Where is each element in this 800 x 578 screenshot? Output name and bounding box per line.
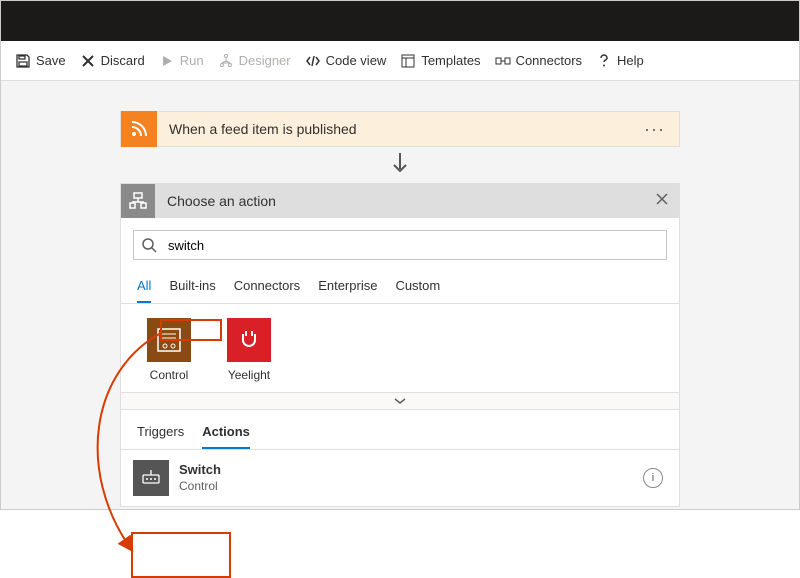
connector-control[interactable]: Control — [139, 318, 199, 382]
rss-icon — [121, 111, 157, 147]
tab-actions[interactable]: Actions — [202, 420, 250, 449]
flow-arrow-icon — [120, 147, 680, 183]
result-subtitle: Control — [179, 479, 643, 494]
expand-connectors-bar[interactable] — [121, 392, 679, 410]
connectors-icon — [495, 53, 511, 69]
search-icon — [134, 237, 164, 253]
trigger-title: When a feed item is published — [157, 121, 630, 137]
action-panel-title: Choose an action — [155, 193, 645, 209]
action-header-icon — [121, 184, 155, 218]
choose-action-panel: Choose an action All Built-ins Connector… — [120, 183, 680, 507]
trigger-card[interactable]: When a feed item is published ··· — [120, 111, 680, 147]
tab-triggers[interactable]: Triggers — [137, 420, 184, 449]
command-bar: Save Discard Run Designer Code view Temp… — [1, 41, 799, 81]
result-item-switch[interactable]: Switch Control i — [121, 449, 679, 506]
connectors-row: Control Yeelight — [121, 304, 679, 392]
tab-custom[interactable]: Custom — [395, 272, 440, 303]
control-connector-icon — [147, 318, 191, 362]
save-icon — [15, 53, 31, 69]
designer-button[interactable]: Designer — [218, 53, 291, 69]
switch-action-icon — [133, 460, 169, 496]
result-title: Switch — [179, 462, 643, 478]
tab-connectors[interactable]: Connectors — [234, 272, 300, 303]
close-action-panel-button[interactable] — [645, 192, 679, 211]
designer-canvas: When a feed item is published ··· Choose… — [1, 81, 799, 509]
discard-icon — [80, 53, 96, 69]
help-icon — [596, 53, 612, 69]
category-tabs: All Built-ins Connectors Enterprise Cust… — [121, 272, 679, 304]
highlight-result — [131, 532, 231, 578]
templates-icon — [400, 53, 416, 69]
title-bar — [1, 1, 799, 41]
yeelight-connector-icon — [227, 318, 271, 362]
codeview-icon — [305, 53, 321, 69]
tab-enterprise[interactable]: Enterprise — [318, 272, 377, 303]
chevron-down-icon — [393, 396, 407, 406]
save-button[interactable]: Save — [15, 53, 66, 69]
close-icon — [655, 192, 669, 206]
action-panel-header: Choose an action — [121, 184, 679, 218]
search-input[interactable] — [164, 234, 666, 257]
tab-all[interactable]: All — [137, 272, 151, 303]
connectors-button[interactable]: Connectors — [495, 53, 582, 69]
codeview-button[interactable]: Code view — [305, 53, 387, 69]
connector-yeelight[interactable]: Yeelight — [219, 318, 279, 382]
info-icon: i — [652, 472, 654, 484]
search-box — [133, 230, 667, 260]
designer-icon — [218, 53, 234, 69]
trigger-menu-button[interactable]: ··· — [630, 124, 679, 134]
result-tabs: Triggers Actions — [121, 410, 679, 449]
help-button[interactable]: Help — [596, 53, 644, 69]
result-info-button[interactable]: i — [643, 468, 663, 488]
discard-button[interactable]: Discard — [80, 53, 145, 69]
run-button[interactable]: Run — [159, 53, 204, 69]
run-icon — [159, 53, 175, 69]
templates-button[interactable]: Templates — [400, 53, 480, 69]
tab-built-ins[interactable]: Built-ins — [169, 272, 215, 303]
